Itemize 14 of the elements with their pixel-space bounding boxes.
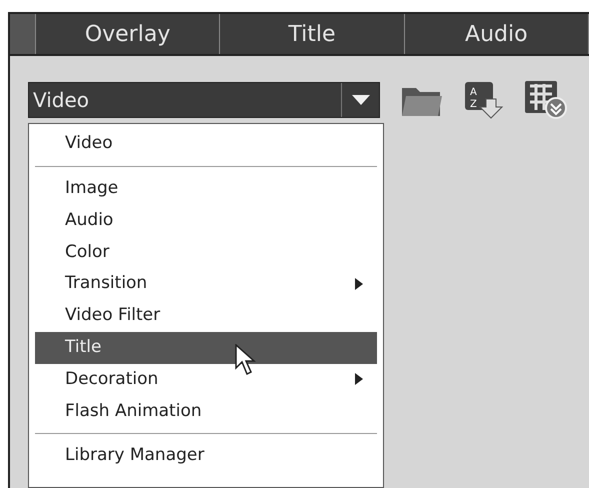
menu-item[interactable]: Video: [35, 128, 377, 160]
mouse-pointer-icon: [235, 344, 257, 378]
view-options-icon[interactable]: [524, 80, 568, 120]
menu-item[interactable]: Flash Animation: [35, 395, 377, 428]
menu-item[interactable]: Image: [35, 172, 377, 205]
menu-item[interactable]: Decoration: [35, 364, 377, 396]
menu-item[interactable]: Transition: [35, 268, 377, 300]
tab[interactable]: Audio: [404, 14, 589, 54]
menu-item[interactable]: Library Manager: [35, 440, 377, 472]
tab-stub: [10, 14, 36, 54]
menu-item[interactable]: Video Filter: [35, 300, 377, 332]
menu-item[interactable]: Color: [35, 236, 377, 268]
library-dropdown[interactable]: Video: [28, 82, 380, 118]
menu-item[interactable]: Audio: [35, 204, 377, 236]
